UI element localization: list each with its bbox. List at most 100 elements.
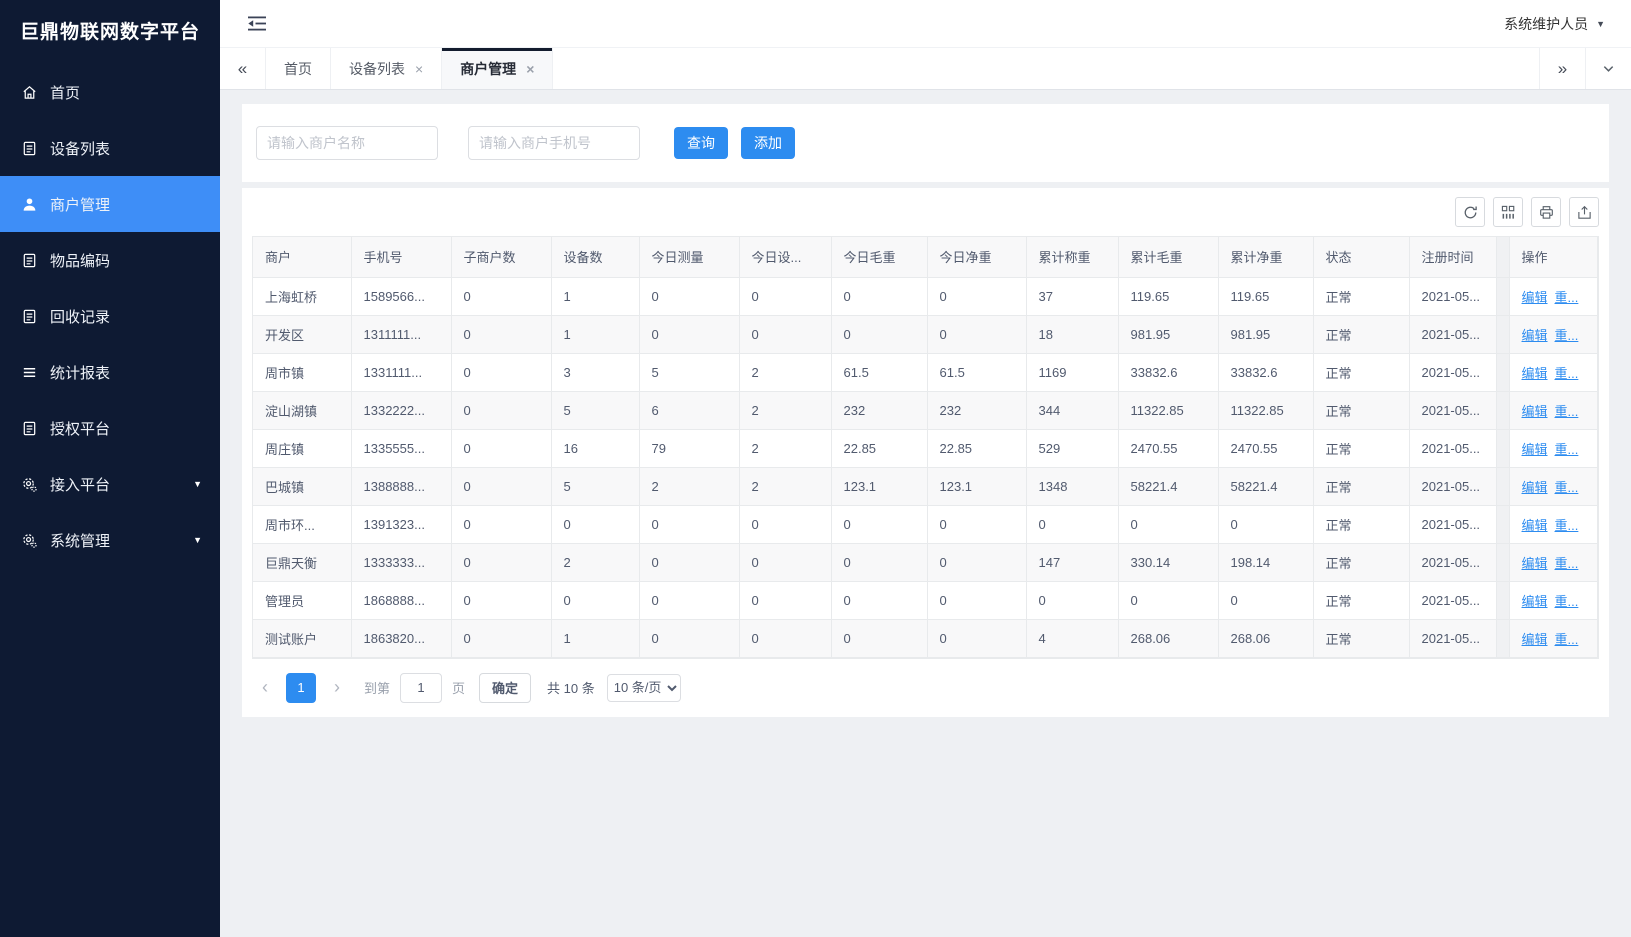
sidebar-item-statistics-report[interactable]: 统计报表 (0, 344, 220, 400)
reset-link[interactable]: 重... (1555, 480, 1579, 495)
user-menu[interactable]: 系统维护人员 ▼ (1504, 14, 1605, 34)
tab-close-icon[interactable]: × (415, 62, 423, 76)
column-header: 设备数 (551, 237, 639, 277)
table-cell: 0 (451, 353, 551, 391)
sidebar-item-item-code[interactable]: 物品编码 (0, 232, 220, 288)
table-cell: 周市环... (253, 505, 351, 543)
table-cell: 33832.6 (1118, 353, 1218, 391)
tab-label: 商户管理 (460, 59, 516, 79)
reset-link[interactable]: 重... (1555, 632, 1579, 647)
page-size-select[interactable]: 10 条/页 (607, 674, 681, 702)
table-header-row: 商户手机号子商户数设备数今日测量今日设...今日毛重今日净重累计称重累计毛重累计… (253, 237, 1598, 277)
edit-link[interactable]: 编辑 (1522, 290, 1548, 305)
table-cell: 0 (451, 505, 551, 543)
tabs-list: 首页设备列表× 商户管理 × (266, 48, 553, 89)
reset-link[interactable]: 重... (1555, 442, 1579, 457)
reset-link[interactable]: 重... (1555, 328, 1579, 343)
tab-close-icon[interactable]: × (526, 62, 534, 76)
edit-link[interactable]: 编辑 (1522, 632, 1548, 647)
merchant-table-card: 商户手机号子商户数设备数今日测量今日设...今日毛重今日净重累计称重累计毛重累计… (242, 188, 1609, 717)
sidebar-item-merchant-management[interactable]: 商户管理 (0, 176, 220, 232)
reset-link[interactable]: 重... (1555, 556, 1579, 571)
table-cell: 0 (927, 505, 1026, 543)
column-header: 今日毛重 (831, 237, 927, 277)
tabs-menu-button[interactable] (1585, 48, 1631, 89)
tab-merchant-management[interactable]: 商户管理 × (442, 48, 553, 89)
add-button[interactable]: 添加 (741, 127, 795, 159)
table-cell: 11322.85 (1118, 391, 1218, 429)
table-cell: 2021-05... (1409, 315, 1496, 353)
tab-device-list[interactable]: 设备列表× (331, 48, 442, 89)
table-cell: 0 (831, 619, 927, 657)
tabs-scroll-left-button[interactable]: « (220, 48, 266, 89)
export-icon[interactable] (1569, 197, 1599, 227)
tabs-scroll-right-button[interactable]: » (1539, 48, 1585, 89)
table-cell: 0 (1118, 505, 1218, 543)
sidebar-item-access-platform[interactable]: 接入平台▼ (0, 456, 220, 512)
prev-page-icon[interactable]: ‹ (254, 677, 276, 698)
table-cell: 119.65 (1218, 277, 1313, 315)
table-cell: 981.95 (1118, 315, 1218, 353)
sidebar-item-system-management[interactable]: 系统管理▼ (0, 512, 220, 568)
table-cell: 3 (551, 353, 639, 391)
sidebar-item-recycle-records[interactable]: 回收记录 (0, 288, 220, 344)
edit-link[interactable]: 编辑 (1522, 366, 1548, 381)
edit-link[interactable]: 编辑 (1522, 556, 1548, 571)
next-page-icon[interactable]: › (326, 677, 348, 698)
table-cell: 11322.85 (1218, 391, 1313, 429)
columns-icon[interactable] (1493, 197, 1523, 227)
goto-page-input[interactable] (400, 673, 442, 703)
table-cell: 123.1 (831, 467, 927, 505)
edit-link[interactable]: 编辑 (1522, 328, 1548, 343)
table-cell: 2 (639, 467, 739, 505)
reset-link[interactable]: 重... (1555, 290, 1579, 305)
table-cell: 119.65 (1118, 277, 1218, 315)
edit-link[interactable]: 编辑 (1522, 442, 1548, 457)
edit-link[interactable]: 编辑 (1522, 594, 1548, 609)
table-cell: 0 (831, 277, 927, 315)
user-name: 系统维护人员 (1504, 14, 1588, 34)
sidebar-item-home[interactable]: 首页 (0, 64, 220, 120)
edit-link[interactable]: 编辑 (1522, 480, 1548, 495)
document-icon (20, 419, 38, 437)
table-cell: 1863820... (351, 619, 451, 657)
refresh-icon[interactable] (1455, 197, 1485, 227)
reset-link[interactable]: 重... (1555, 404, 1579, 419)
edit-link[interactable]: 编辑 (1522, 404, 1548, 419)
table-cell: 0 (927, 277, 1026, 315)
actions-cell: 编辑重... (1509, 277, 1598, 315)
sidebar-item-authorized-platform[interactable]: 授权平台 (0, 400, 220, 456)
table-cell: 正常 (1313, 391, 1409, 429)
column-header: 累计净重 (1218, 237, 1313, 277)
confirm-button[interactable]: 确定 (479, 673, 531, 703)
table-cell: 0 (451, 619, 551, 657)
reset-link[interactable]: 重... (1555, 594, 1579, 609)
merchant-name-input[interactable] (256, 126, 438, 160)
print-icon[interactable] (1531, 197, 1561, 227)
sidebar-item-label: 首页 (50, 82, 80, 103)
table-cell: 2021-05... (1409, 353, 1496, 391)
sidebar-item-device-list[interactable]: 设备列表 (0, 120, 220, 176)
menu-fold-icon[interactable] (248, 16, 266, 31)
table-cell: 淀山湖镇 (253, 391, 351, 429)
query-button[interactable]: 查询 (674, 127, 728, 159)
app-title: 巨鼎物联网数字平台 (0, 0, 220, 60)
column-header: 今日净重 (927, 237, 1026, 277)
table-cell: 1 (551, 277, 639, 315)
edit-link[interactable]: 编辑 (1522, 518, 1548, 533)
current-page-button[interactable]: 1 (286, 673, 316, 703)
table-cell: 123.1 (927, 467, 1026, 505)
reset-link[interactable]: 重... (1555, 366, 1579, 381)
home-icon (20, 83, 38, 101)
column-header: 累计毛重 (1118, 237, 1218, 277)
table-cell: 2 (739, 429, 831, 467)
caret-down-icon: ▼ (193, 535, 202, 545)
column-header: 手机号 (351, 237, 451, 277)
list-icon (20, 363, 38, 381)
tab-home[interactable]: 首页 (266, 48, 331, 89)
merchant-phone-input[interactable] (468, 126, 640, 160)
actions-cell: 编辑重... (1509, 619, 1598, 657)
reset-link[interactable]: 重... (1555, 518, 1579, 533)
table-cell: 正常 (1313, 467, 1409, 505)
table-cell: 正常 (1313, 353, 1409, 391)
